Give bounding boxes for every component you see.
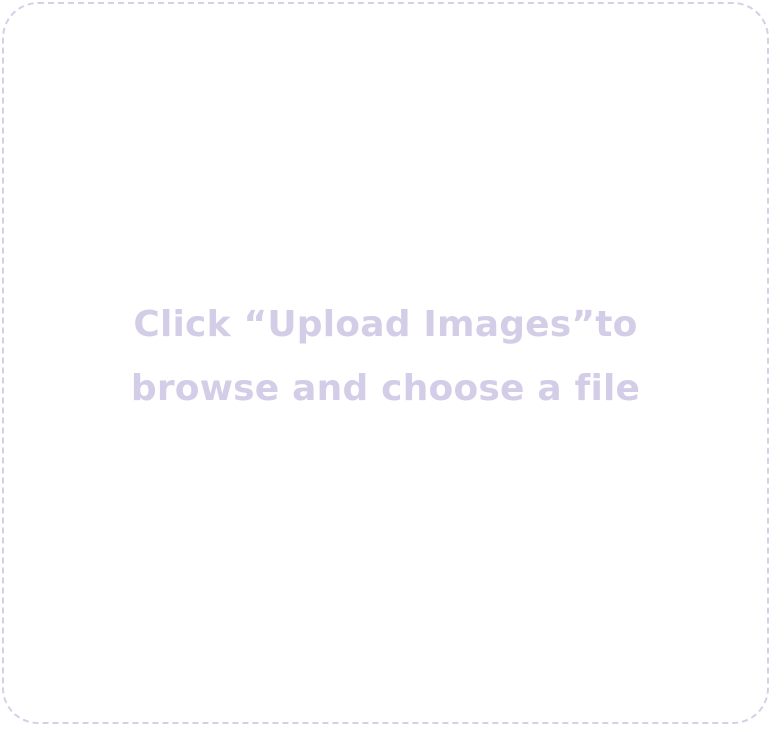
upload-hint-text: Click “Upload Images”to browse and choos… xyxy=(131,293,640,421)
upload-hint-line-2: browse and choose a file xyxy=(130,368,641,409)
upload-dropzone[interactable]: Click “Upload Images”to browse and choos… xyxy=(2,2,769,724)
upload-hint-line-1: Click “Upload Images”to xyxy=(133,304,638,345)
